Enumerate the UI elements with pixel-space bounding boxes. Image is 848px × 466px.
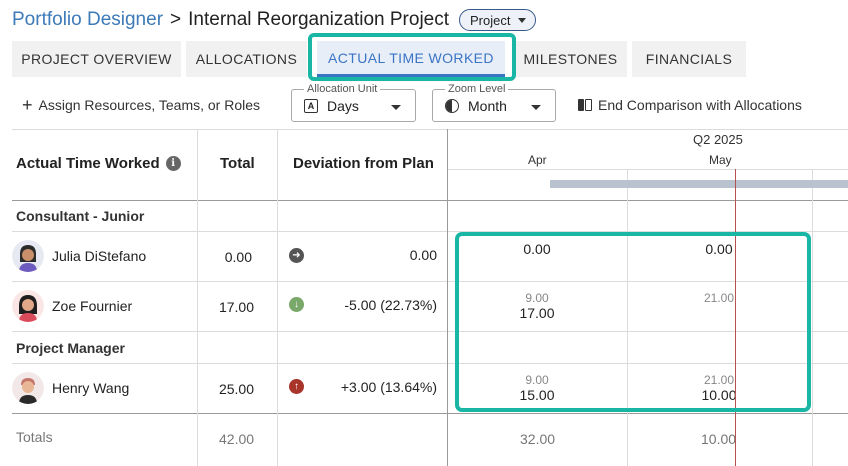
tab-milestones[interactable]: MILESTONES [514, 41, 627, 77]
table-row-zoe[interactable]: Zoe Fournier [12, 290, 132, 322]
letter-a-icon: A [304, 99, 318, 113]
avatar [12, 372, 44, 404]
timeline-month-may: May [709, 153, 732, 167]
assign-resources-button[interactable]: + Assign Resources, Teams, or Roles [22, 95, 261, 115]
allocation-unit-legend: Allocation Unit [304, 83, 381, 95]
column-header-name: Actual Time Worked i [16, 155, 181, 172]
total-cell: 25.00 [218, 381, 254, 397]
chevron-down-icon [531, 105, 541, 110]
column-header-deviation: Deviation from Plan [293, 155, 434, 172]
totals-may: 10.00 [701, 431, 737, 447]
chevron-down-icon [391, 105, 401, 110]
total-cell: 0.00 [224, 249, 252, 265]
page-title: Internal Reorganization Project [188, 9, 450, 30]
info-icon[interactable]: i [165, 156, 181, 171]
avatar [12, 290, 44, 322]
arrow-right-icon: ➜ [289, 248, 304, 263]
half-circle-icon [445, 99, 459, 113]
timeline-month-apr: Apr [528, 153, 547, 167]
group-label-project-manager: Project Manager [16, 340, 125, 356]
avatar [12, 240, 44, 272]
timeline-quarter-label: Q2 2025 [693, 132, 743, 147]
tab-financials[interactable]: FINANCIALS [632, 41, 746, 77]
tab-highlight-box [308, 33, 516, 81]
breadcrumb-separator: > [170, 9, 182, 30]
totals-total: 42.00 [219, 431, 255, 447]
deviation-cell: -5.00 (22.73%) [344, 297, 437, 313]
resource-name: Henry Wang [52, 380, 130, 396]
arrow-down-icon: ↓ [289, 297, 304, 312]
allocation-unit-value: Days [327, 98, 359, 114]
arrow-up-icon: ↑ [289, 379, 304, 394]
column-header-total: Total [220, 155, 255, 172]
totals-label: Totals [16, 429, 53, 445]
zoom-level-select[interactable]: Zoom Level Month [432, 83, 556, 122]
breadcrumb: Portfolio Designer > Internal Reorganiza… [12, 7, 537, 33]
compare-icon [578, 98, 592, 113]
totals-apr: 32.00 [520, 431, 556, 447]
deviation-cell: +3.00 (13.64%) [340, 379, 437, 395]
table-row-julia[interactable]: Julia DiStefano [12, 240, 146, 272]
chevron-down-icon [518, 17, 527, 23]
resource-name: Julia DiStefano [52, 248, 147, 264]
toolbar: + Assign Resources, Teams, or Roles Allo… [0, 83, 848, 128]
allocation-unit-select[interactable]: Allocation Unit A Days [291, 83, 416, 122]
end-comparison-label: End Comparison with Allocations [598, 97, 802, 113]
resource-name: Zoe Fournier [52, 298, 133, 314]
deviation-cell: 0.00 [409, 247, 437, 263]
assign-resources-label: Assign Resources, Teams, or Roles [38, 97, 261, 113]
project-type-dropdown[interactable]: Project [459, 9, 537, 31]
plus-icon: + [22, 95, 33, 115]
tab-project-overview[interactable]: PROJECT OVERVIEW [12, 41, 181, 77]
tab-allocations[interactable]: ALLOCATIONS [186, 41, 307, 77]
end-comparison-button[interactable]: End Comparison with Allocations [578, 97, 802, 113]
zoom-level-value: Month [468, 98, 507, 114]
zoom-level-legend: Zoom Level [445, 83, 509, 95]
total-cell: 17.00 [218, 299, 254, 315]
project-timeline-bar [550, 180, 848, 188]
project-type-label: Project [470, 12, 511, 28]
breadcrumb-root-link[interactable]: Portfolio Designer [12, 9, 163, 31]
table-row-henry[interactable]: Henry Wang [12, 372, 129, 404]
data-highlight-box [455, 232, 811, 412]
group-label-consultant-junior: Consultant - Junior [16, 208, 145, 224]
column-header-name-label: Actual Time Worked [16, 155, 160, 172]
